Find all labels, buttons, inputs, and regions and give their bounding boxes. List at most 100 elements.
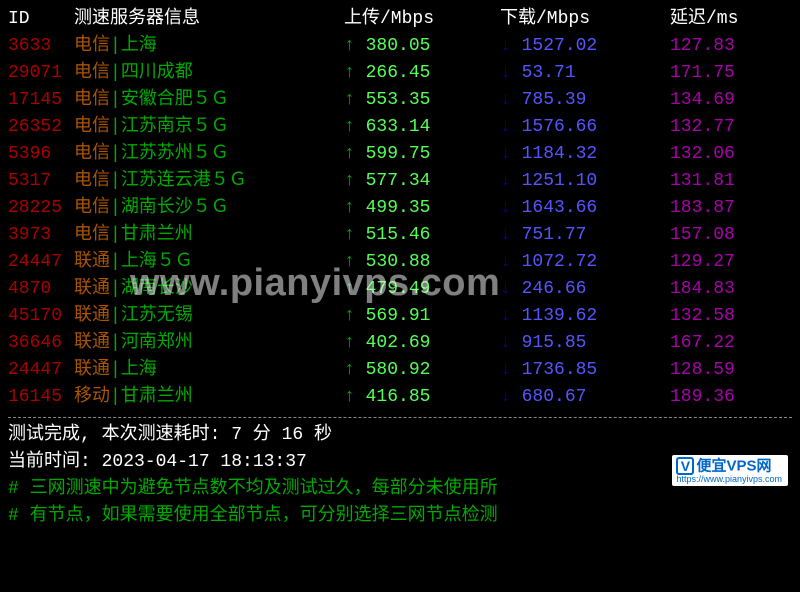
cell-id: 45170: [8, 303, 74, 330]
arrow-up-icon: ↑: [344, 117, 366, 137]
location-label: 甘肃兰州: [121, 387, 193, 407]
table-row: 16145移动|甘肃兰州↑ 416.85↓ 680.67189.36: [8, 384, 792, 411]
cell-upload: ↑ 580.92: [344, 357, 500, 384]
arrow-up-icon: ↑: [344, 360, 366, 380]
cell-latency: 167.22: [670, 330, 780, 357]
arrow-up-icon: ↑: [344, 198, 366, 218]
cell-download: ↓ 53.71: [500, 60, 670, 87]
divider: [8, 417, 792, 418]
cell-download: ↓ 1527.02: [500, 33, 670, 60]
cell-download: ↓ 1139.62: [500, 303, 670, 330]
cell-id: 28225: [8, 195, 74, 222]
cell-download: ↓ 1184.32: [500, 141, 670, 168]
header-latency: 延迟/ms: [670, 6, 780, 33]
separator: |: [110, 144, 121, 164]
table-body: 3633电信|上海↑ 380.05↓ 1527.02127.8329071电信|…: [8, 33, 792, 411]
cell-download: ↓ 751.77: [500, 222, 670, 249]
arrow-down-icon: ↓: [500, 171, 522, 191]
footer-comment-2: # 有节点，如果需要使用全部节点，可分别选择三网节点检测: [8, 503, 792, 530]
upload-value: 499.35: [366, 198, 431, 218]
download-value: 1527.02: [522, 36, 598, 56]
upload-value: 266.45: [366, 63, 431, 83]
arrow-down-icon: ↓: [500, 279, 522, 299]
download-value: 1072.72: [522, 252, 598, 272]
separator: |: [110, 171, 121, 191]
arrow-up-icon: ↑: [344, 144, 366, 164]
cell-id: 5317: [8, 168, 74, 195]
cell-id: 36646: [8, 330, 74, 357]
cell-upload: ↑ 577.34: [344, 168, 500, 195]
location-label: 甘肃兰州: [121, 225, 193, 245]
cell-server: 电信|甘肃兰州: [74, 222, 344, 249]
table-row: 24447联通|上海↑ 580.92↓ 1736.85128.59: [8, 357, 792, 384]
cell-latency: 132.77: [670, 114, 780, 141]
location-label: 江苏南京５Ｇ: [121, 117, 229, 137]
arrow-down-icon: ↓: [500, 252, 522, 272]
arrow-up-icon: ↑: [344, 252, 366, 272]
cell-server: 电信|安徽合肥５Ｇ: [74, 87, 344, 114]
cell-id: 26352: [8, 114, 74, 141]
table-row: 36646联通|河南郑州↑ 402.69↓ 915.85167.22: [8, 330, 792, 357]
cell-id: 29071: [8, 60, 74, 87]
separator: |: [110, 225, 121, 245]
logo-icon: V: [676, 457, 694, 475]
cell-server: 电信|江苏苏州５Ｇ: [74, 141, 344, 168]
upload-value: 402.69: [366, 333, 431, 353]
arrow-down-icon: ↓: [500, 198, 522, 218]
table-row: 45170联通|江苏无锡↑ 569.91↓ 1139.62132.58: [8, 303, 792, 330]
upload-value: 553.35: [366, 90, 431, 110]
cell-upload: ↑ 530.88: [344, 249, 500, 276]
header-id: ID: [8, 6, 74, 33]
separator: |: [110, 360, 121, 380]
table-row: 28225电信|湖南长沙５Ｇ↑ 499.35↓ 1643.66183.87: [8, 195, 792, 222]
cell-server: 电信|江苏南京５Ｇ: [74, 114, 344, 141]
upload-value: 416.85: [366, 387, 431, 407]
logo-url: https://www.pianyivps.com: [676, 474, 782, 485]
cell-server: 电信|江苏连云港５Ｇ: [74, 168, 344, 195]
download-value: 915.85: [522, 333, 587, 353]
arrow-up-icon: ↑: [344, 306, 366, 326]
cell-id: 3973: [8, 222, 74, 249]
download-value: 785.39: [522, 90, 587, 110]
isp-label: 电信: [74, 36, 110, 56]
cell-upload: ↑ 402.69: [344, 330, 500, 357]
arrow-up-icon: ↑: [344, 225, 366, 245]
arrow-up-icon: ↑: [344, 333, 366, 353]
upload-value: 580.92: [366, 360, 431, 380]
arrow-up-icon: ↑: [344, 171, 366, 191]
cell-download: ↓ 1251.10: [500, 168, 670, 195]
cell-download: ↓ 1576.66: [500, 114, 670, 141]
isp-label: 联通: [74, 306, 110, 326]
separator: |: [110, 117, 121, 137]
isp-label: 电信: [74, 117, 110, 137]
cell-server: 电信|湖南长沙５Ｇ: [74, 195, 344, 222]
isp-label: 移动: [74, 387, 110, 407]
arrow-down-icon: ↓: [500, 63, 522, 83]
separator: |: [110, 306, 121, 326]
arrow-up-icon: ↑: [344, 36, 366, 56]
cell-id: 17145: [8, 87, 74, 114]
arrow-down-icon: ↓: [500, 144, 522, 164]
download-value: 1576.66: [522, 117, 598, 137]
isp-label: 联通: [74, 252, 110, 272]
cell-latency: 127.83: [670, 33, 780, 60]
cell-upload: ↑ 599.75: [344, 141, 500, 168]
arrow-down-icon: ↓: [500, 387, 522, 407]
location-label: 上海: [121, 36, 157, 56]
arrow-down-icon: ↓: [500, 333, 522, 353]
separator: |: [110, 279, 121, 299]
footer-complete: 测试完成, 本次测速耗时: 7 分 16 秒: [8, 422, 792, 449]
cell-latency: 184.83: [670, 276, 780, 303]
download-value: 1251.10: [522, 171, 598, 191]
cell-latency: 183.87: [670, 195, 780, 222]
cell-id: 4870: [8, 276, 74, 303]
cell-download: ↓ 785.39: [500, 87, 670, 114]
cell-id: 24447: [8, 357, 74, 384]
table-row: 3633电信|上海↑ 380.05↓ 1527.02127.83: [8, 33, 792, 60]
cell-latency: 134.69: [670, 87, 780, 114]
download-value: 751.77: [522, 225, 587, 245]
cell-upload: ↑ 266.45: [344, 60, 500, 87]
cell-server: 联通|上海: [74, 357, 344, 384]
location-label: 上海: [121, 360, 157, 380]
table-row: 4870联通|湖南长沙↑ 479.49↓ 246.66184.83: [8, 276, 792, 303]
